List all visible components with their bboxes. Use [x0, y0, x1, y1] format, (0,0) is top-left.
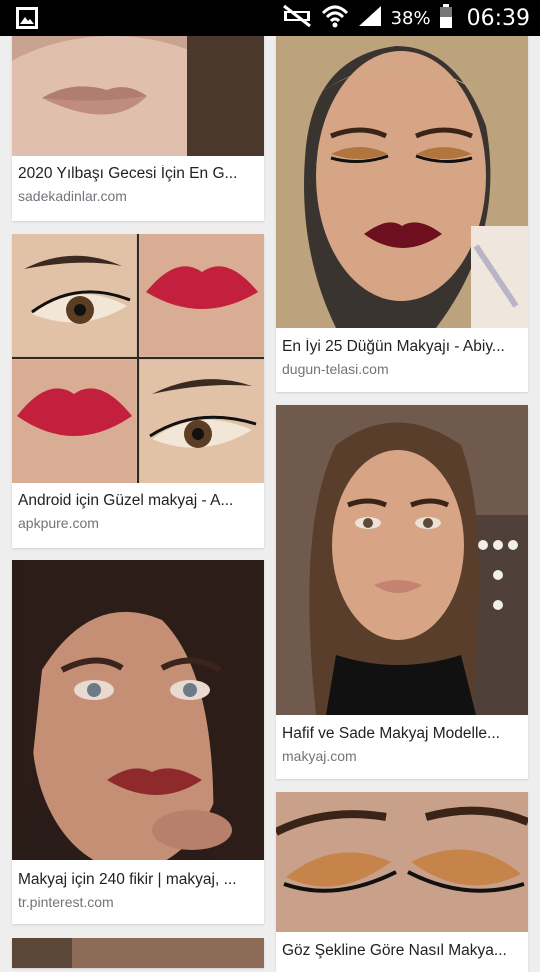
result-card[interactable]: En İyi 25 Düğün Makyajı - Abiy... dugun-…: [276, 36, 528, 392]
result-title[interactable]: En İyi 25 Düğün Makyajı - Abiy...: [282, 338, 520, 356]
result-source: dugun-telasi.com: [282, 361, 389, 377]
result-source: tr.pinterest.com: [18, 894, 114, 910]
result-thumbnail[interactable]: [276, 36, 528, 328]
result-thumbnail[interactable]: [12, 234, 264, 483]
result-card[interactable]: Android için Güzel makyaj - A... apkpure…: [12, 234, 264, 548]
result-thumbnail[interactable]: [12, 560, 264, 860]
clock: 06:39: [466, 5, 530, 31]
signal-icon: [357, 4, 383, 33]
battery-percent: 38%: [390, 7, 431, 29]
result-card[interactable]: Hafif ve Sade Makyaj Modelle... makyaj.c…: [276, 405, 528, 779]
result-source: apkpure.com: [18, 515, 99, 531]
result-thumbnail[interactable]: [276, 792, 528, 932]
result-title[interactable]: 2020 Yılbaşı Gecesi İçin En G...: [18, 165, 256, 183]
result-thumbnail[interactable]: [276, 405, 528, 715]
status-bar: 38% 06:39: [0, 0, 540, 36]
result-title[interactable]: Android için Güzel makyaj - A...: [18, 492, 256, 510]
result-source: makyaj.com: [282, 748, 357, 764]
image-notification-icon: [14, 5, 40, 31]
result-source: sadekadinlar.com: [18, 188, 127, 204]
result-title[interactable]: Göz Şekline Göre Nasıl Makya...: [282, 942, 520, 960]
result-title[interactable]: Makyaj için 240 fikir | makyaj, ...: [18, 871, 256, 889]
wifi-icon: [321, 3, 349, 34]
result-thumbnail[interactable]: [12, 938, 264, 968]
result-thumbnail[interactable]: [12, 36, 264, 156]
result-card[interactable]: Göz Şekline Göre Nasıl Makya...: [276, 792, 528, 972]
battery-icon: [439, 3, 453, 34]
result-title[interactable]: Hafif ve Sade Makyaj Modelle...: [282, 725, 520, 743]
result-card[interactable]: 2020 Yılbaşı Gecesi İçin En G... sadekad…: [12, 36, 264, 221]
mute-icon: [281, 4, 313, 33]
result-card[interactable]: Makyaj için 240 fikir | makyaj, ... tr.p…: [12, 560, 264, 924]
result-card[interactable]: [12, 938, 264, 968]
